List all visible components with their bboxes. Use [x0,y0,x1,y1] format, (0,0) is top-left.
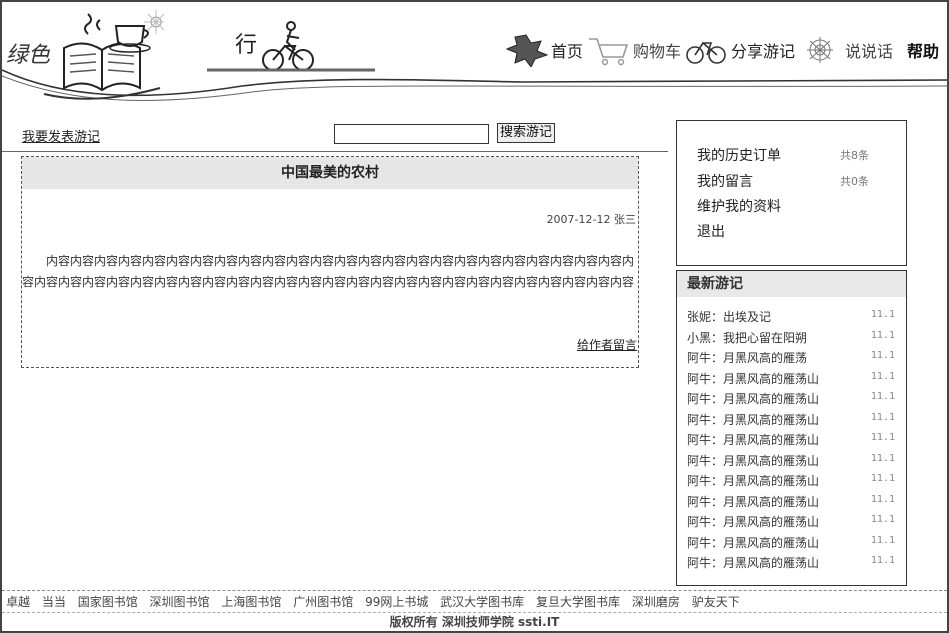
reply-to-author-link[interactable]: 给作者留言 [577,336,637,353]
list-item[interactable]: 阿牛：月黑风高的雁荡山 11.1 [687,452,895,473]
list-item-title[interactable]: 阿牛：月黑风高的雁荡 [687,351,807,365]
list-item[interactable]: 小黑：我把心留在阳朔 11.1 [687,329,895,350]
copyright: 版权所有 深圳技师学院 ssti.IT [2,612,947,631]
my-messages-item[interactable]: 我的留言 共0条 [697,171,887,191]
list-item-title[interactable]: 阿牛：月黑风高的雁荡山 [687,474,819,488]
grape-leaf-icon [505,34,549,67]
list-item-date: 11.1 [870,534,895,546]
latest-list: 张妮：出埃及记 11.1 小黑：我把心留在阳朔 11.1 阿牛：月黑风高的雁荡 11.… [687,308,895,575]
user-panel: 我的历史订单 共8条 我的留言 共0条 维护我的资料 退出 [676,120,907,266]
ride-text: 行 [235,33,257,58]
main-nav: 首页 购物车 分享游记 说说话 帮助 [503,30,939,70]
list-item-title[interactable]: 阿牛：月黑风高的雁荡山 [687,372,819,386]
article-card: 中国最美的农村 2007-12-12 张三 内容内容内容内容内容内容内容内容内容… [21,156,639,368]
footer-link[interactable]: 当当 [42,595,66,609]
list-item-date: 11.1 [870,514,895,525]
list-item[interactable]: 阿牛：月黑风高的雁荡山 11.1 [687,554,895,575]
footer-link[interactable]: 国家图书馆 [78,595,138,609]
ride-banner: 行 [207,16,377,76]
list-item[interactable]: 阿牛：月黑风高的雁荡山 11.1 [687,493,895,514]
list-item-date: 11.1 [870,350,895,361]
list-item-title[interactable]: 张妮：出埃及记 [687,310,771,324]
nav-talk[interactable]: 说说话 [845,38,893,62]
list-item-date: 11.1 [870,411,895,423]
footer-link[interactable]: 上海图书馆 [221,595,281,609]
list-item-date: 11.1 [870,309,895,320]
history-orders-item[interactable]: 我的历史订单 共8条 [697,145,887,165]
list-item-title[interactable]: 阿牛：月黑风高的雁荡山 [687,515,819,529]
article-author[interactable]: 张三 [614,213,636,226]
nav-home[interactable]: 首页 [551,38,583,62]
history-orders-label[interactable]: 我的历史订单 [697,148,781,164]
post-travelogue-link[interactable]: 我要发表游记 [22,126,100,145]
content-toolbar: 我要发表游记 搜索游记 [2,118,668,152]
book-cup-icon: 绿色 [6,10,168,100]
site-header: 绿色 行 首页 购物车 分享游记 说说话 帮助 [2,2,947,102]
edit-profile-label[interactable]: 维护我的资料 [697,199,781,215]
list-item-title[interactable]: 阿牛：月黑风高的雁荡山 [687,536,819,550]
shopping-cart-icon [588,38,629,66]
nav-share[interactable]: 分享游记 [731,38,795,62]
footer-link[interactable]: 深圳磨房 [632,595,680,609]
footer-link[interactable]: 卓越 [6,595,30,609]
search-input[interactable] [334,124,489,144]
list-item-title[interactable]: 小黑：我把心留在阳朔 [687,331,807,345]
list-item-date: 11.1 [870,329,895,341]
list-item-title[interactable]: 阿牛：月黑风高的雁荡山 [687,433,819,447]
list-item-date: 11.1 [870,452,895,464]
list-item[interactable]: 阿牛：月黑风高的雁荡山 11.1 [687,472,895,493]
footer-link[interactable]: 复旦大学图书库 [536,595,620,609]
article-content: 内容内容内容内容内容内容内容内容内容内容内容内容内容内容内容内容内容内容内容内容… [22,254,635,289]
my-messages-count: 共0条 [840,175,869,188]
article-date: 2007-12-12 [546,213,611,226]
list-item-date: 11.1 [870,432,895,443]
list-item-date: 11.1 [870,493,895,505]
footer-link[interactable]: 广州图书馆 [293,595,353,609]
logout-label[interactable]: 退出 [697,224,725,240]
nav-cart[interactable]: 购物车 [633,38,681,62]
list-item[interactable]: 阿牛：月黑风高的雁荡山 11.1 [687,370,895,391]
list-item-title[interactable]: 阿牛：月黑风高的雁荡山 [687,495,819,509]
list-item-date: 11.1 [870,473,895,484]
search-button[interactable]: 搜索游记 [497,123,556,143]
nav-help[interactable]: 帮助 [907,38,939,62]
list-item[interactable]: 阿牛：月黑风高的雁荡山 11.1 [687,534,895,555]
edit-profile-item[interactable]: 维护我的资料 [697,196,887,216]
list-item-title[interactable]: 阿牛：月黑风高的雁荡山 [687,413,819,427]
article-title: 中国最美的农村 [22,157,638,189]
list-item[interactable]: 阿牛：月黑风高的雁荡山 11.1 [687,513,895,534]
footer-link[interactable]: 驴友天下 [692,595,740,609]
list-item-title[interactable]: 阿牛：月黑风高的雁荡山 [687,392,819,406]
spiderweb-icon [806,37,833,63]
logout-item[interactable]: 退出 [697,221,887,241]
list-item-title[interactable]: 阿牛：月黑风高的雁荡山 [687,454,819,468]
list-item[interactable]: 张妮：出埃及记 11.1 [687,308,895,329]
footer-link[interactable]: 99网上书城 [365,595,428,609]
list-item[interactable]: 阿牛：月黑风高的雁荡 11.1 [687,349,895,370]
bicycle-rider-icon: 行 [207,21,375,72]
list-item[interactable]: 阿牛：月黑风高的雁荡山 11.1 [687,390,895,411]
footer-link[interactable]: 深圳图书馆 [150,595,210,609]
history-orders-count: 共8条 [840,149,869,162]
list-item[interactable]: 阿牛：月黑风高的雁荡山 11.1 [687,431,895,452]
list-item-date: 11.1 [870,391,895,402]
my-messages-label[interactable]: 我的留言 [697,174,753,190]
logo-text: 绿色 [6,43,51,68]
site-logo[interactable]: 绿色 [4,8,168,100]
list-item-title[interactable]: 阿牛：月黑风高的雁荡山 [687,556,819,570]
list-item-date: 11.1 [870,555,895,566]
list-item-date: 11.1 [870,370,895,382]
footer-link[interactable]: 武汉大学图书库 [440,595,524,609]
list-item[interactable]: 阿牛：月黑风高的雁荡山 11.1 [687,411,895,432]
latest-title: 最新游记 [677,271,906,297]
article-meta: 2007-12-12 张三 [547,211,636,227]
footer-links: 卓越 当当 国家图书馆 深圳图书馆 上海图书馆 广州图书馆 99网上书城 武汉大… [2,590,947,612]
bicycle-icon [686,41,726,64]
latest-travelogues: 最新游记 张妮：出埃及记 11.1 小黑：我把心留在阳朔 11.1 阿牛：月黑风高的… [676,270,907,586]
